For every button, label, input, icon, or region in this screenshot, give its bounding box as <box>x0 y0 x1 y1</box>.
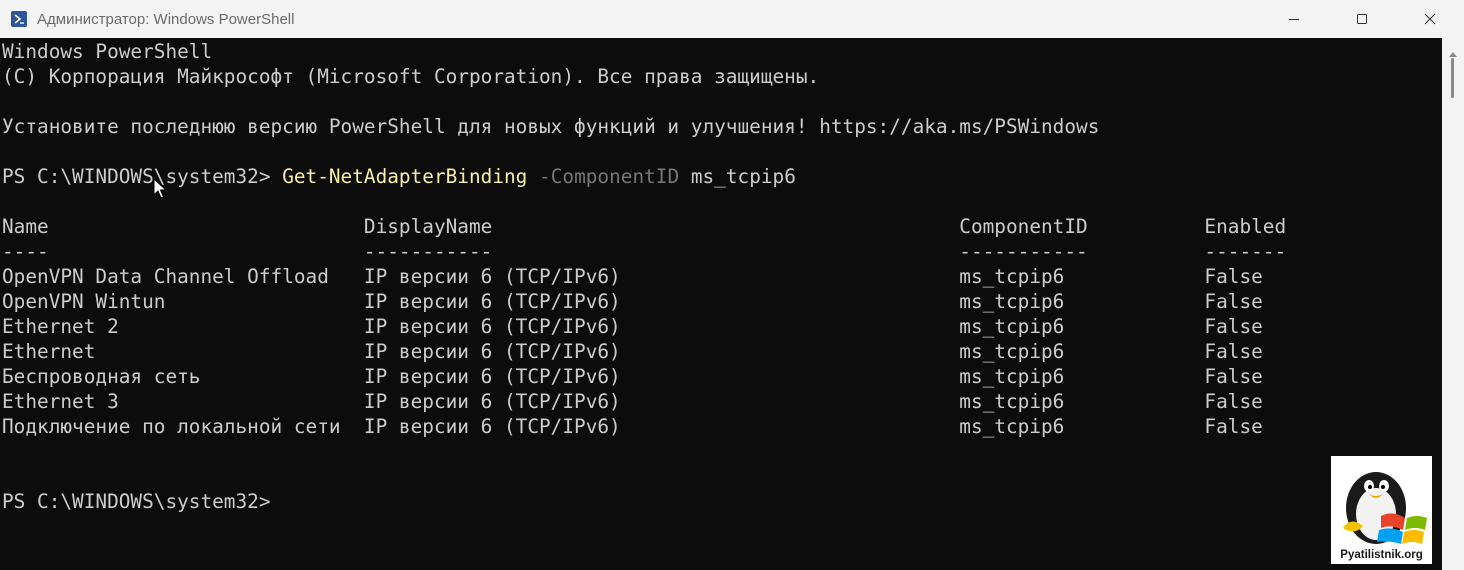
table-row: Ethernet 3 IP версии 6 (TCP/IPv6) ms_tcp… <box>2 390 1263 413</box>
scroll-thumb[interactable] <box>1451 58 1454 98</box>
watermark-logo: Pyatilistnik.org <box>1331 456 1432 564</box>
final-prompt: PS C:\WINDOWS\system32> <box>2 490 271 513</box>
banner-line: Установите последнюю версию PowerShell д… <box>2 115 1100 138</box>
table-header: Name DisplayName ComponentID Enabled <box>2 215 1287 238</box>
table-row: Беспроводная сеть IP версии 6 (TCP/IPv6)… <box>2 365 1263 388</box>
table-row: OpenVPN Wintun IP версии 6 (TCP/IPv6) ms… <box>2 290 1263 313</box>
title-bar[interactable]: Администратор: Windows PowerShell <box>0 0 1464 38</box>
window-controls <box>1260 0 1464 38</box>
close-button[interactable] <box>1396 0 1464 38</box>
argument: ms_tcpip6 <box>690 165 796 188</box>
table-row: OpenVPN Data Channel Offload IP версии 6… <box>2 265 1263 288</box>
maximize-button[interactable] <box>1328 0 1396 38</box>
maximize-icon <box>1356 10 1368 29</box>
command-line: PS C:\WINDOWS\system32> Get-NetAdapterBi… <box>2 164 796 189</box>
table-separator: ---- ----------- ----------- ------- <box>2 240 1287 263</box>
powershell-window: Администратор: Windows PowerShell Window… <box>0 0 1464 570</box>
banner-line: Windows PowerShell <box>2 40 213 63</box>
table-row: Ethernet 2 IP версии 6 (TCP/IPv6) ms_tcp… <box>2 315 1263 338</box>
minimize-icon <box>1288 10 1300 29</box>
prompt: PS C:\WINDOWS\system32> <box>2 165 283 188</box>
close-icon <box>1424 10 1436 29</box>
vertical-scrollbar[interactable] <box>1442 38 1464 570</box>
mouse-cursor-icon <box>153 177 168 204</box>
table-row: Ethernet IP версии 6 (TCP/IPv6) ms_tcpip… <box>2 340 1263 363</box>
cmdlet: Get-NetAdapterBinding <box>282 165 528 188</box>
powershell-icon <box>11 11 27 27</box>
watermark-text: Pyatilistnik.org <box>1340 549 1423 561</box>
minimize-button[interactable] <box>1260 0 1328 38</box>
window-title: Администратор: Windows PowerShell <box>37 10 295 28</box>
banner-line: (C) Корпорация Майкрософт (Microsoft Cor… <box>2 65 820 88</box>
table-row: Подключение по локальной сети IP версии … <box>2 415 1263 438</box>
parameter: -ComponentID <box>539 165 680 188</box>
console-output[interactable]: Windows PowerShell (C) Корпорация Майкро… <box>0 38 1442 570</box>
